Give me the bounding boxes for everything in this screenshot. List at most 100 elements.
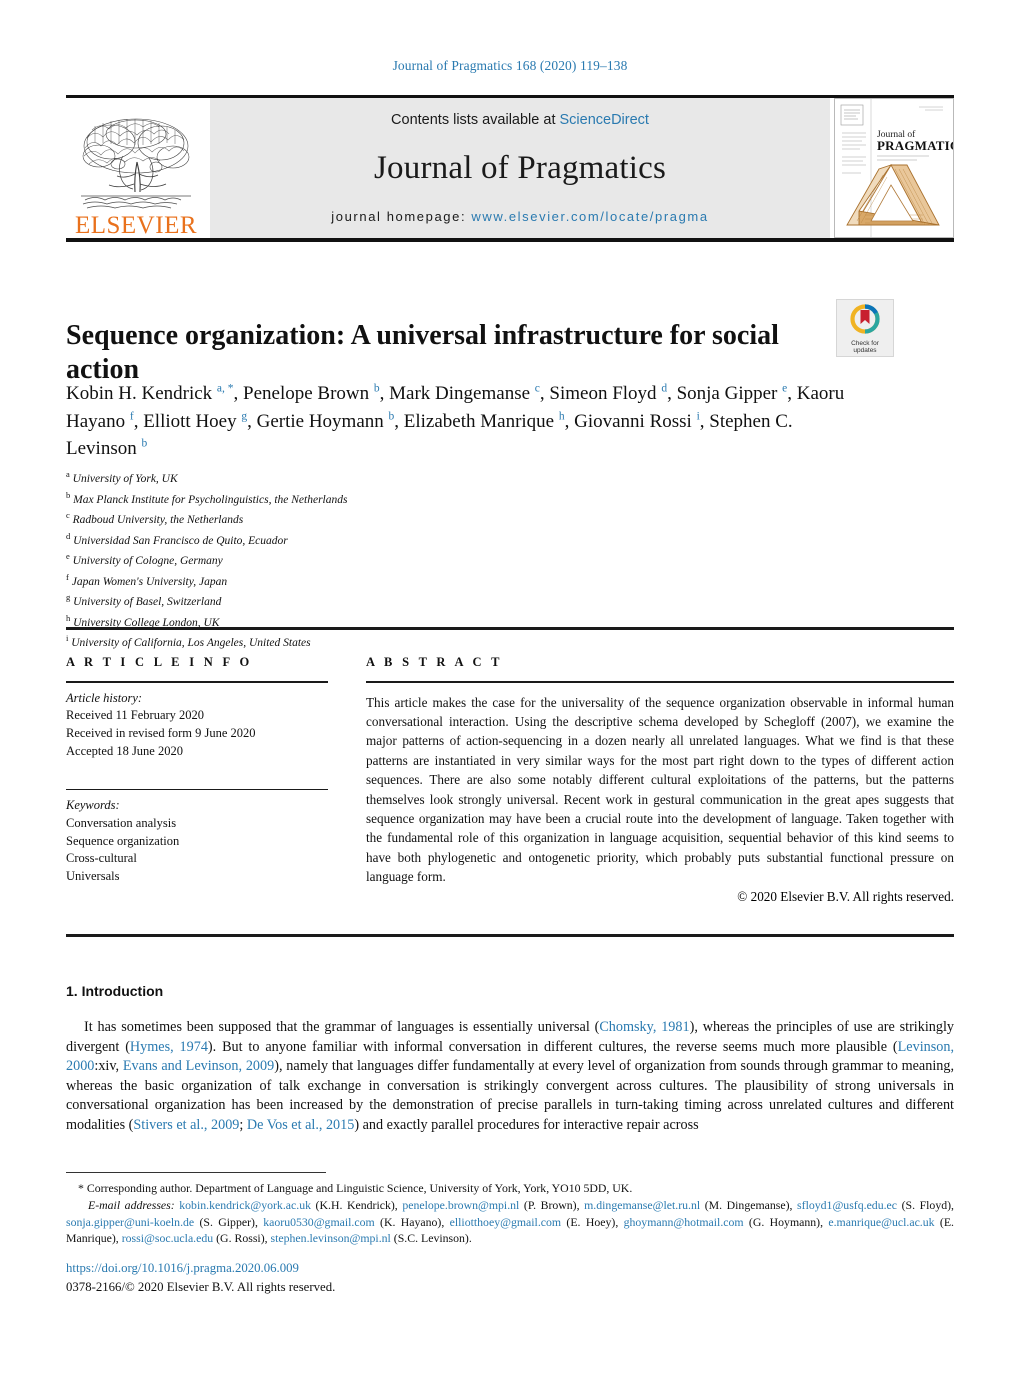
email-link[interactable]: kaoru0530@gmail.com	[263, 1215, 374, 1229]
masthead-center-panel: Contents lists available at ScienceDirec…	[210, 98, 830, 238]
journal-homepage-link[interactable]: www.elsevier.com/locate/pragma	[471, 209, 708, 224]
doi-link[interactable]: https://doi.org/10.1016/j.pragma.2020.06…	[66, 1259, 335, 1278]
email-owner: (E. Hoey),	[561, 1214, 624, 1229]
author-affiliation-marker: i	[696, 410, 700, 423]
affiliation-text: University of York, UK	[69, 472, 178, 485]
keywords-block: Keywords: Conversation analysis Sequence …	[66, 797, 328, 886]
keyword-item: Cross-cultural	[66, 851, 137, 866]
journal-masthead: ELSEVIER Contents lists available at Sci…	[66, 95, 954, 242]
author-affiliation-marker: b	[141, 437, 148, 450]
affiliation-text: University of Basel, Switzerland	[70, 596, 222, 609]
article-history-item: Received in revised form 9 June 2020	[66, 726, 256, 741]
email-link[interactable]: rossi@soc.ucla.edu	[122, 1231, 213, 1245]
affiliation-item: e University of Cologne, Germany	[66, 550, 766, 571]
affiliation-text: University of California, Los Angeles, U…	[68, 637, 311, 650]
email-owner: (G. Hoymann),	[743, 1214, 829, 1229]
info-block-top-rule	[66, 627, 954, 630]
footnote-block: * Corresponding author. Department of La…	[66, 1180, 954, 1247]
footnote-rule	[66, 1172, 326, 1173]
email-owner: (P. Brown),	[519, 1197, 585, 1212]
email-link[interactable]: sfloyd1@usfq.edu.ec	[797, 1198, 897, 1212]
abstract-text: This article makes the case for the univ…	[366, 694, 954, 885]
crossmark-caption-line2: updates	[853, 347, 877, 355]
author-name: Sonja Gipper	[676, 383, 783, 404]
article-history-items: Received 11 February 2020 Received in rev…	[66, 707, 328, 760]
email-owner: (K.H. Kendrick),	[311, 1197, 403, 1212]
bottom-metadata: https://doi.org/10.1016/j.pragma.2020.06…	[66, 1259, 335, 1296]
article-info-column: A R T I C L E I N F O Article history: R…	[66, 655, 328, 886]
paragraph-text: ;	[239, 1116, 247, 1133]
paragraph-text: ) and exactly parallel procedures for in…	[354, 1116, 699, 1133]
affiliation-item: f Japan Women's University, Japan	[66, 571, 766, 592]
paper-page: Journal of Pragmatics 168 (2020) 119–138	[0, 0, 1020, 1391]
keyword-item: Conversation analysis	[66, 815, 177, 830]
citation-link[interactable]: Chomsky, 1981	[599, 1019, 689, 1035]
abstract-column: A B S T R A C T This article makes the c…	[366, 655, 954, 905]
affiliation-item: d Universidad San Francisco de Quito, Ec…	[66, 530, 766, 551]
email-owner: (G. Rossi),	[213, 1231, 271, 1246]
article-info-divider	[66, 681, 328, 683]
running-head: Journal of Pragmatics 168 (2020) 119–138	[392, 58, 628, 73]
affiliation-item: c Radboud University, the Netherlands	[66, 509, 766, 530]
citation-link[interactable]: De Vos et al., 2015	[247, 1117, 354, 1133]
crossmark-icon	[850, 304, 880, 339]
citation-link[interactable]: Stivers et al., 2009	[133, 1117, 239, 1133]
email-addresses-label: E-mail addresses:	[88, 1197, 180, 1212]
email-link[interactable]: penelope.brown@mpi.nl	[402, 1198, 519, 1212]
author-name: Elliott Hoey	[143, 410, 242, 432]
affiliation-item: i University of California, Los Angeles,…	[66, 632, 766, 653]
email-link[interactable]: m.dingemanse@let.ru.nl	[584, 1198, 700, 1212]
article-info-heading: A R T I C L E I N F O	[66, 655, 253, 669]
email-link[interactable]: ghoymann@hotmail.com	[624, 1215, 744, 1229]
author-affiliation-marker: d	[661, 382, 668, 395]
author-affiliation-marker: c	[534, 382, 540, 395]
cover-artwork-icon: Journal of PRAGMATICS	[835, 99, 953, 237]
author-affiliation-marker: e	[782, 382, 788, 395]
homepage-prefix: journal homepage:	[331, 209, 472, 224]
keyword-item: Sequence organization	[66, 833, 180, 848]
masthead-bottom-rule	[66, 238, 954, 242]
article-history: Article history: Received 11 February 20…	[66, 690, 328, 761]
corresponding-author-note: * Corresponding author. Department of La…	[78, 1181, 633, 1195]
citation-link[interactable]: Hymes, 1974	[130, 1039, 208, 1055]
paragraph-text: :xiv,	[94, 1058, 123, 1075]
section-heading-introduction: 1. Introduction	[66, 983, 164, 999]
contents-prefix: Contents lists available at	[391, 112, 560, 128]
author-list: Kobin H. Kendrick a, *, Penelope Brown b…	[66, 382, 845, 460]
email-link[interactable]: sonja.gipper@uni-koeln.de	[66, 1215, 194, 1229]
author-name: Penelope Brown	[243, 383, 374, 404]
article-history-item: Accepted 18 June 2020	[66, 743, 183, 758]
author-name: Simeon Floyd	[549, 383, 662, 404]
affiliation-text: Japan Women's University, Japan	[68, 575, 228, 588]
author-name: Mark Dingemanse	[389, 383, 535, 404]
paragraph-text: ). But to anyone familiar with informal …	[207, 1038, 898, 1055]
affiliation-list: a University of York, UK b Max Planck Ins…	[66, 468, 766, 653]
citation-link[interactable]: Evans and Levinson, 2009	[123, 1058, 274, 1074]
info-block-bottom-rule	[66, 934, 954, 937]
elsevier-tree-icon	[77, 112, 195, 212]
email-link[interactable]: stephen.levinson@mpi.nl	[271, 1231, 391, 1245]
issn-copyright-line: 0378-2166/© 2020 Elsevier B.V. All right…	[66, 1279, 336, 1294]
author-affiliation-marker: a, *	[216, 382, 234, 395]
author-name: Elizabeth Manrique	[403, 410, 559, 432]
crossmark-badge[interactable]: Check for updates	[836, 299, 894, 357]
keywords-label: Keywords:	[66, 798, 120, 813]
abstract-heading: A B S T R A C T	[366, 655, 503, 669]
email-link[interactable]: kobin.kendrick@york.ac.uk	[179, 1198, 311, 1212]
email-owner: (K. Hayano),	[374, 1214, 450, 1229]
author-affiliation-marker: h	[558, 410, 565, 423]
author-name: Gertie Hoymann	[256, 410, 389, 432]
affiliation-item: b Max Planck Institute for Psycholinguis…	[66, 489, 766, 510]
email-link[interactable]: e.manrique@ucl.ac.uk	[828, 1215, 934, 1229]
email-owner: (S.C. Levinson).	[390, 1231, 472, 1246]
journal-cover-thumbnail[interactable]: Journal of PRAGMATICS	[834, 98, 954, 238]
crossmark-caption: Check for updates	[851, 340, 879, 355]
abstract-copyright: © 2020 Elsevier B.V. All rights reserved…	[737, 888, 954, 904]
author-affiliation-marker: b	[388, 410, 395, 423]
sciencedirect-link[interactable]: ScienceDirect	[560, 112, 649, 128]
email-link[interactable]: elliotthoey@gmail.com	[450, 1215, 561, 1229]
introduction-paragraph: It has sometimes been supposed that the …	[66, 1018, 954, 1136]
affiliation-text: Radboud University, the Netherlands	[69, 513, 244, 526]
affiliation-text: University of Cologne, Germany	[69, 554, 223, 567]
author-name: Giovanni Rossi	[574, 410, 697, 432]
